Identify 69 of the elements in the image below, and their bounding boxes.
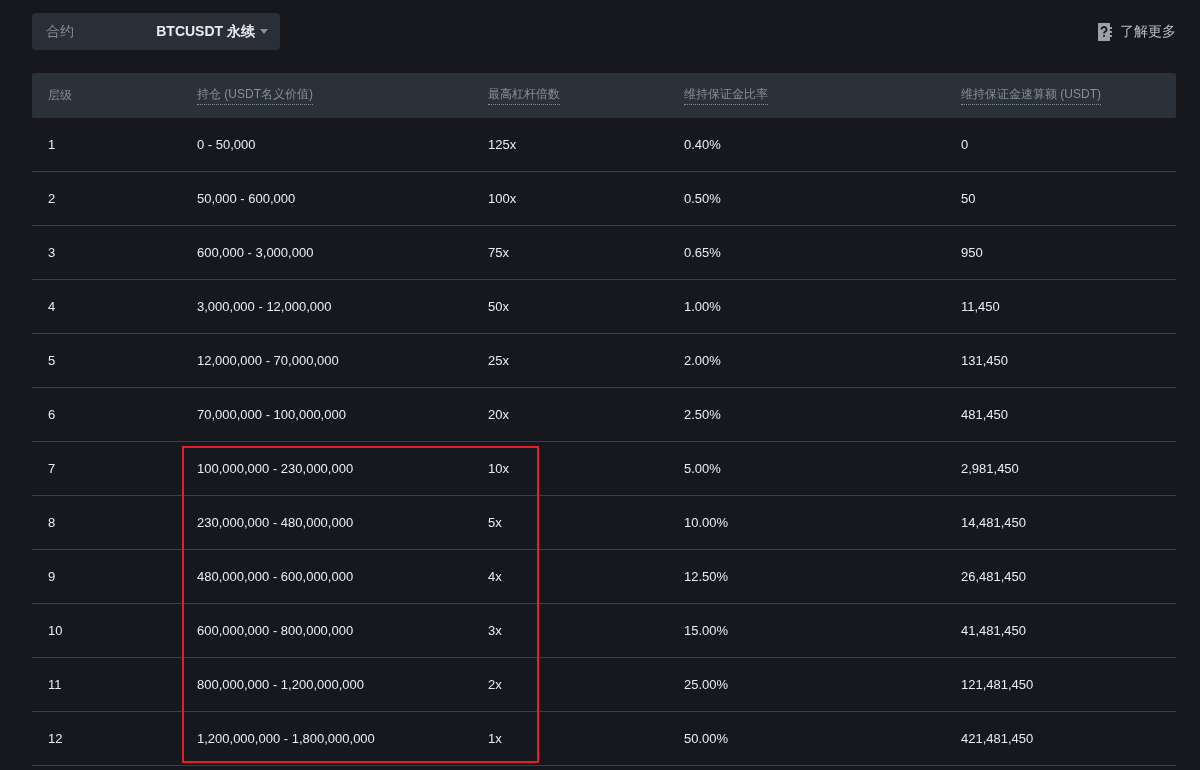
table-cell: 14,481,450 [961,515,1027,530]
table-cell: 121,481,450 [961,677,1034,692]
table-cell: 481,450 [961,407,1008,422]
table-cell: 2x [488,677,502,692]
column-header: 最高杠杆倍数 [488,86,560,105]
table-cell: 75x [488,245,509,260]
table-cell: 3 [48,245,56,260]
table-cell: 0.50% [684,191,721,206]
column-header: 维持保证金速算额 (USDT) [961,86,1101,105]
table-cell: 230,000,000 - 480,000,000 [197,515,354,530]
table-cell: 125x [488,137,517,152]
table-cell: 20x [488,407,509,422]
table-cell: 6 [48,407,56,422]
table-cell: 3x [488,623,502,638]
table-cell: 50,000 - 600,000 [197,191,296,206]
table-cell: 12 [48,731,63,746]
table-cell: 25x [488,353,509,368]
table-cell: 15.00% [684,623,729,638]
table-cell: 50 [961,191,976,206]
table-cell: 0.40% [684,137,721,152]
table-cell: 950 [961,245,983,260]
table-cell: 480,000,000 - 600,000,000 [197,569,354,584]
learn-more-link[interactable]: 了解更多 [1096,22,1176,41]
table-cell: 421,481,450 [961,731,1034,746]
table-cell: 12.50% [684,569,729,584]
table-cell: 70,000,000 - 100,000,000 [197,407,346,422]
table-cell: 4x [488,569,502,584]
table-cell: 1 [48,137,56,152]
table-cell: 4 [48,299,56,314]
table-cell: 9 [48,569,56,584]
table-cell: 10x [488,461,509,476]
table-cell: 0.65% [684,245,721,260]
table-cell: 2 [48,191,56,206]
table-cell: 5x [488,515,502,530]
table-cell: 3,000,000 - 12,000,000 [197,299,332,314]
help-document-icon [1096,22,1112,41]
table-cell: 600,000,000 - 800,000,000 [197,623,354,638]
table-cell: 8 [48,515,56,530]
column-header: 层级 [48,87,72,104]
table-cell: 1x [488,731,502,746]
table-cell: 50x [488,299,509,314]
table-cell: 41,481,450 [961,623,1027,638]
table-cell: 50.00% [684,731,729,746]
table-cell: 26,481,450 [961,569,1027,584]
table-cell: 7 [48,461,56,476]
table-cell: 11 [48,677,62,692]
table-cell: 1,200,000,000 - 1,800,000,000 [197,731,375,746]
table-cell: 11,450 [961,299,1000,314]
table-cell: 1.00% [684,299,721,314]
table-cell: 25.00% [684,677,729,692]
table-cell: 800,000,000 - 1,200,000,000 [197,677,364,692]
table-cell: 600,000 - 3,000,000 [197,245,314,260]
table-cell: 2,981,450 [961,461,1019,476]
table-cell: 5.00% [684,461,721,476]
column-header: 持仓 (USDT名义价值) [197,86,313,105]
column-header: 维持保证金比率 [684,86,768,105]
table-cell: 10.00% [684,515,729,530]
table-cell: 100x [488,191,517,206]
table-cell: 2.50% [684,407,721,422]
table-cell: 5 [48,353,56,368]
table-cell: 0 [961,137,969,152]
table-cell: 131,450 [961,353,1008,368]
table-cell: 2.00% [684,353,721,368]
table-cell: 100,000,000 - 230,000,000 [197,461,354,476]
contract-dropdown[interactable]: 合约 BTCUSDT 永续 [32,13,280,50]
table-cell: 12,000,000 - 70,000,000 [197,353,339,368]
table-cell: 0 - 50,000 [197,137,256,152]
caret-icon [260,29,268,34]
table-cell: 10 [48,623,63,638]
